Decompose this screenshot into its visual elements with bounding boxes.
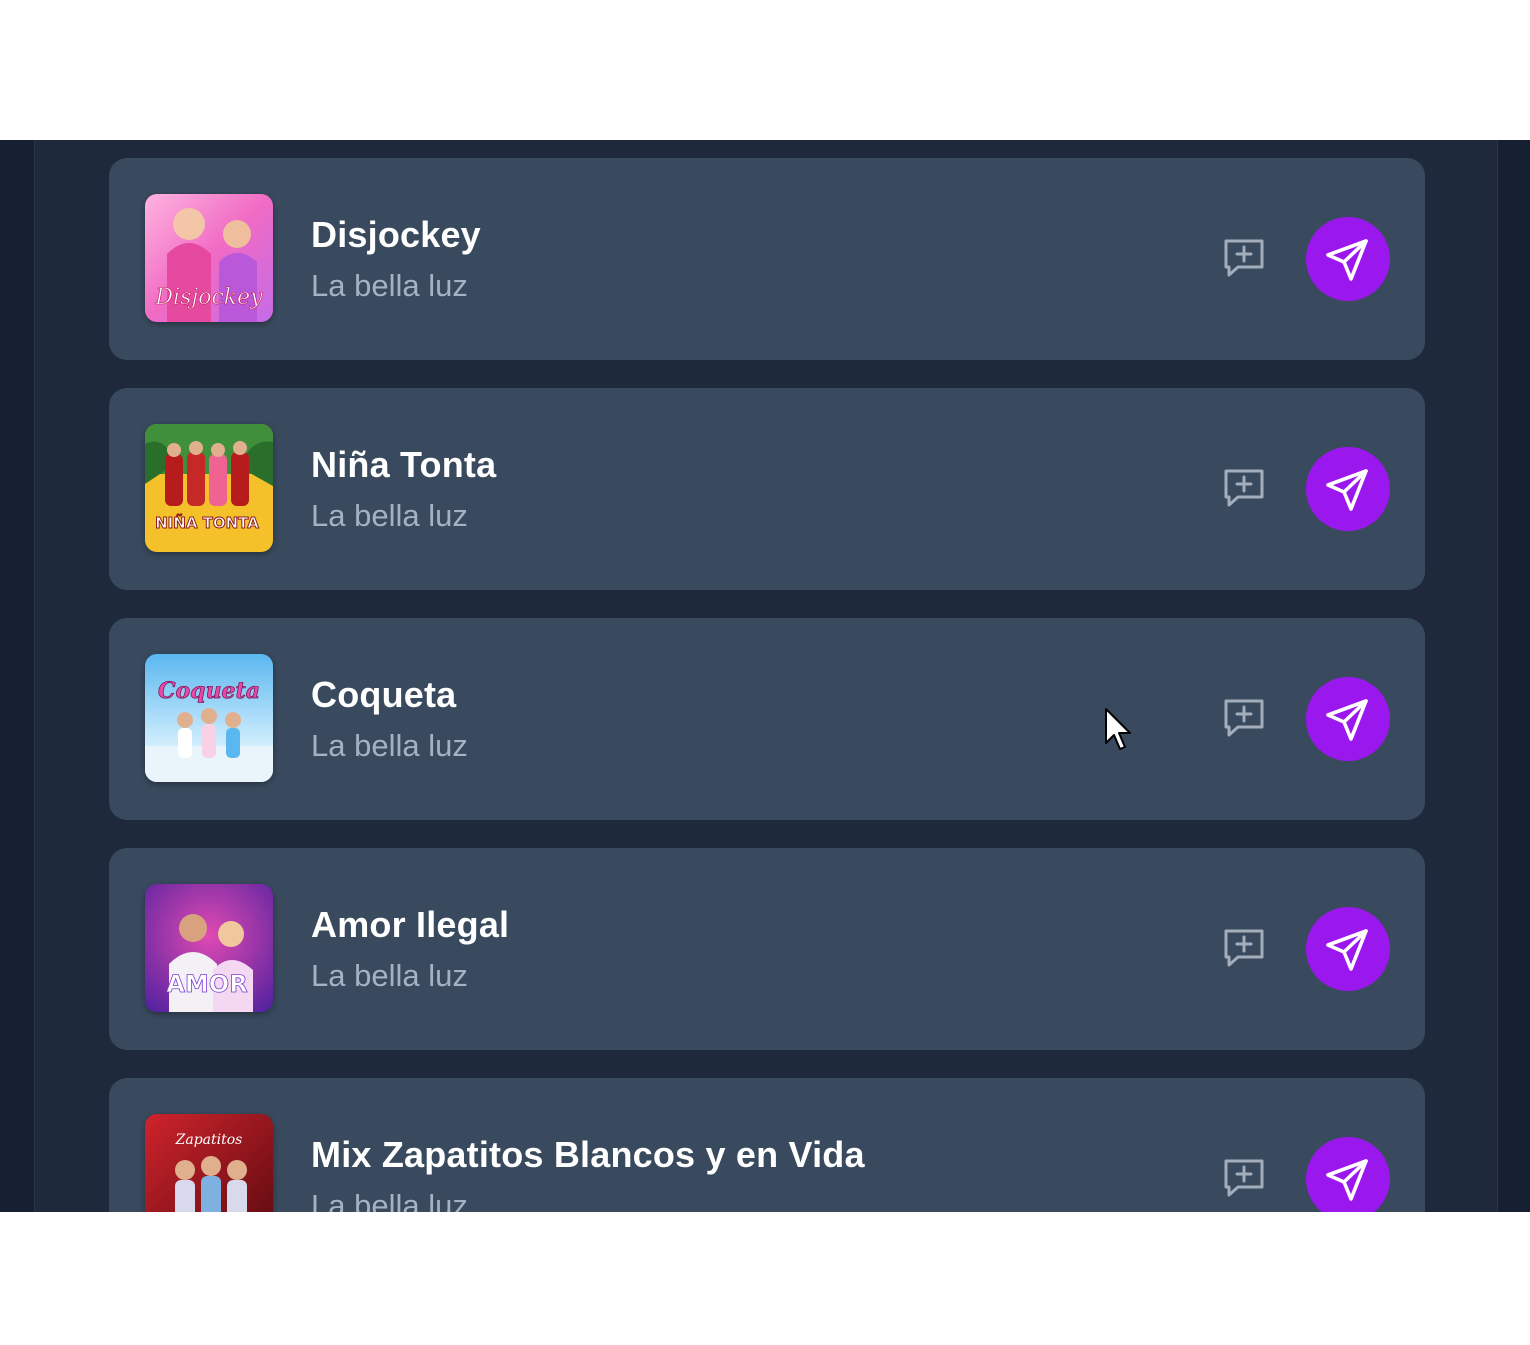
album-cover: AMOR — [145, 884, 273, 1012]
song-card[interactable]: Coqueta Coqueta La bella luz — [109, 618, 1425, 820]
song-title: Amor Ilegal — [311, 904, 510, 945]
album-cover: Zapatitos — [145, 1114, 273, 1212]
send-button[interactable] — [1306, 447, 1390, 531]
song-title: Niña Tonta — [311, 444, 497, 485]
album-cover-art: AMOR — [145, 884, 273, 1012]
album-cover-art: Disjockey — [145, 194, 273, 322]
album-cover: Disjockey — [145, 194, 273, 322]
send-icon — [1326, 469, 1368, 511]
song-card[interactable]: NIÑA TONTA Niña Tonta La bella luz — [109, 388, 1425, 590]
message-square-plus-icon — [1224, 239, 1264, 277]
message-square-plus-icon — [1224, 1159, 1264, 1197]
album-cover-art: Zapatitos — [145, 1114, 273, 1212]
song-title: Disjockey — [311, 214, 481, 255]
song-artist: La bella luz — [311, 498, 468, 533]
add-comment-button[interactable] — [1221, 926, 1267, 972]
send-icon — [1326, 1159, 1368, 1201]
song-artist: La bella luz — [311, 728, 468, 763]
song-card[interactable]: Zapatitos Mix Zapatitos Blancos y en Vid… — [109, 1078, 1425, 1212]
album-cover-art: NIÑA TONTA — [145, 424, 273, 552]
send-icon — [1326, 929, 1368, 971]
add-comment-button[interactable] — [1221, 236, 1267, 282]
message-square-plus-icon — [1224, 469, 1264, 507]
song-card[interactable]: Disjockey Disjockey La bella luz — [109, 158, 1425, 360]
song-title: Mix Zapatitos Blancos y en Vida — [311, 1134, 865, 1175]
app-frame: Disjockey Disjockey La bella luz NIÑA TO… — [0, 140, 1530, 1212]
send-button[interactable] — [1306, 1137, 1390, 1212]
song-title: Coqueta — [311, 674, 457, 715]
cover-text: Coqueta — [158, 678, 260, 704]
add-comment-button[interactable] — [1221, 1156, 1267, 1202]
album-cover: Coqueta — [145, 654, 273, 782]
send-icon — [1326, 239, 1368, 281]
send-icon — [1326, 699, 1368, 741]
cover-text: NIÑA TONTA — [155, 513, 259, 532]
song-artist: La bella luz — [311, 268, 468, 303]
song-card[interactable]: AMOR Amor Ilegal La bella luz — [109, 848, 1425, 1050]
cover-text: AMOR — [166, 970, 247, 998]
song-list: Disjockey Disjockey La bella luz NIÑA TO… — [109, 158, 1425, 1212]
cover-text: Disjockey — [154, 285, 263, 310]
content-column: Disjockey Disjockey La bella luz NIÑA TO… — [34, 140, 1498, 1212]
send-button[interactable] — [1306, 907, 1390, 991]
add-comment-button[interactable] — [1221, 696, 1267, 742]
album-cover: NIÑA TONTA — [145, 424, 273, 552]
message-square-plus-icon — [1224, 699, 1264, 737]
send-button[interactable] — [1306, 677, 1390, 761]
cover-text: Zapatitos — [175, 1132, 243, 1148]
add-comment-button[interactable] — [1221, 466, 1267, 512]
song-artist: La bella luz — [311, 1188, 468, 1212]
album-cover-art: Coqueta — [145, 654, 273, 782]
message-square-plus-icon — [1224, 929, 1264, 967]
song-artist: La bella luz — [311, 958, 468, 993]
send-button[interactable] — [1306, 217, 1390, 301]
